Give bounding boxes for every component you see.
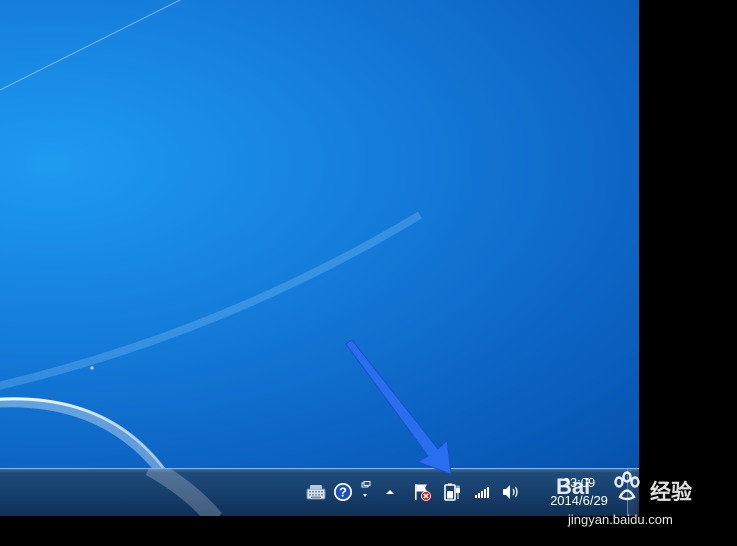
watermark-site: jingyan.baidu.com: [568, 512, 673, 527]
baidu-jingyan-watermark: Bai 经验 jingyan.baidu.com: [538, 462, 737, 546]
screen: ? 23:09 2014/6/29 Bai 经验 jingyan.baidu.c…: [0, 0, 737, 546]
watermark-brand: Bai: [556, 474, 591, 499]
watermark-suffix: 经验: [650, 481, 692, 504]
baidu-paw-icon: [614, 471, 640, 501]
